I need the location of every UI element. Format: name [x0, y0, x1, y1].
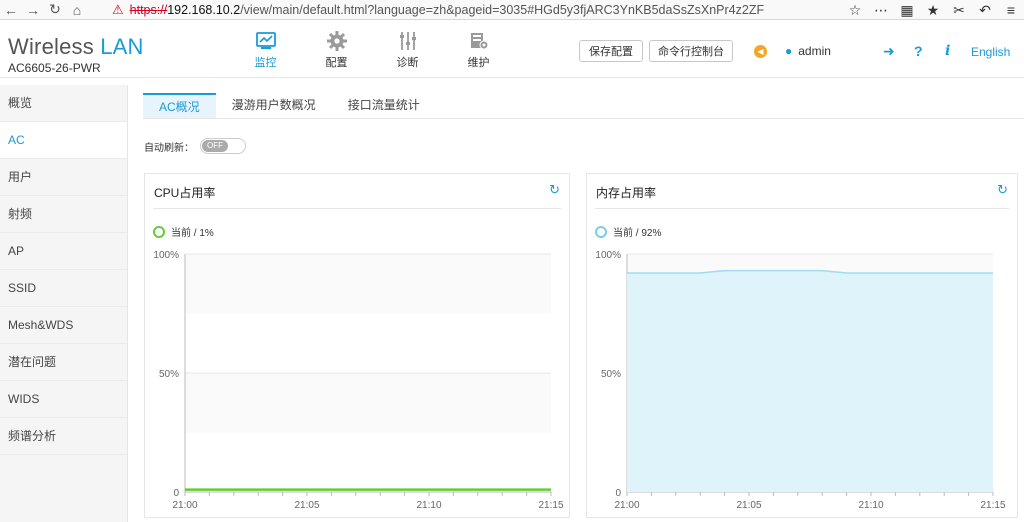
- browser-toolbar: ← → ↻ ⌂ ⚠ https:// 192.168.10.2 /view/ma…: [0, 0, 1024, 20]
- sidebar-item-mesh-wds[interactable]: Mesh&WDS: [0, 307, 127, 344]
- x-tick-label: 21:05: [294, 500, 319, 511]
- memory-panel-title: 内存占用率: [596, 186, 657, 200]
- forward-icon[interactable]: →: [22, 0, 44, 20]
- y-tick-label: 100%: [595, 250, 621, 261]
- alarm-icon[interactable]: ◀: [754, 45, 767, 58]
- cpu-panel-title: CPU占用率: [154, 186, 216, 200]
- tab-bar: AC概况 漫游用户数概况 接口流量统计: [143, 93, 436, 119]
- home-icon[interactable]: ⌂: [66, 0, 88, 20]
- tab-interface-traffic[interactable]: 接口流量统计: [332, 93, 436, 119]
- menu-icon[interactable]: ≡: [998, 2, 1024, 18]
- y-tick-label: 0: [173, 488, 179, 499]
- brand: Wireless LAN AC6605-26-PWR: [8, 34, 144, 75]
- cpu-legend: 当前 / 1%: [153, 224, 214, 239]
- app-header: Wireless LAN AC6605-26-PWR 监控 配置 诊断 维护 保…: [0, 20, 1024, 78]
- x-tick-label: 21:10: [416, 500, 441, 511]
- sidebar-item-ac[interactable]: AC: [0, 122, 127, 159]
- cli-console-button[interactable]: 命令行控制台: [649, 40, 733, 62]
- nav-diagnose[interactable]: 诊断: [372, 28, 443, 70]
- brand-suffix: LAN: [100, 34, 144, 59]
- memory-panel: 内存占用率 ↻ 当前 / 92% 0 50% 100% 21:00 21:05 21:10…: [586, 173, 1018, 518]
- gear-icon: [301, 28, 372, 54]
- panel-divider: [153, 208, 561, 209]
- sidebar-item-ssid[interactable]: SSID: [0, 270, 127, 307]
- info-icon[interactable]: i: [945, 43, 950, 59]
- sidebar-item-ap[interactable]: AP: [0, 233, 127, 270]
- memory-legend: 当前 / 92%: [595, 224, 661, 239]
- star-icon[interactable]: ☆: [842, 2, 868, 19]
- brand-title: Wireless LAN: [8, 34, 144, 60]
- cpu-panel: CPU占用率 ↻ 当前 / 1% 0 50% 100% 21:00 21:05 21:10…: [144, 173, 570, 518]
- user-menu[interactable]: ● admin: [785, 44, 831, 58]
- y-tick-label: 0: [615, 488, 621, 499]
- y-tick-label: 50%: [159, 369, 179, 380]
- username: admin: [798, 44, 831, 58]
- url-path: /view/main/default.html?language=zh&page…: [240, 3, 765, 17]
- nav-maintain-label: 维护: [467, 57, 490, 69]
- monitor-icon: [230, 28, 301, 54]
- maintenance-icon: [443, 28, 514, 54]
- back-icon[interactable]: ←: [0, 0, 22, 20]
- scissors-icon[interactable]: ✂: [946, 2, 972, 19]
- nav-config-label: 配置: [325, 57, 348, 69]
- nav-config[interactable]: 配置: [301, 28, 372, 70]
- auto-refresh: 自动刷新： OFF: [144, 138, 246, 154]
- tab-divider: [143, 118, 1024, 119]
- auto-refresh-toggle[interactable]: OFF: [200, 138, 246, 154]
- x-tick-label: 21:00: [172, 500, 197, 511]
- y-tick-label: 100%: [153, 250, 179, 261]
- tab-ac-overview[interactable]: AC概况: [143, 93, 216, 119]
- undo-icon[interactable]: ↶: [972, 2, 998, 19]
- grid-band: [185, 254, 551, 314]
- sidebar-item-wids[interactable]: WIDS: [0, 381, 127, 418]
- nav-diagnose-label: 诊断: [396, 57, 419, 69]
- tab-roaming-users[interactable]: 漫游用户数概况: [216, 93, 332, 119]
- memory-legend-text: 当前 / 92%: [613, 228, 662, 239]
- device-model: AC6605-26-PWR: [8, 61, 101, 75]
- help-icon[interactable]: ?: [914, 43, 923, 59]
- cpu-legend-text: 当前 / 1%: [171, 228, 214, 239]
- auto-refresh-label: 自动刷新：: [144, 142, 194, 154]
- nav-monitor-label: 监控: [254, 57, 277, 69]
- user-icon: ●: [785, 44, 793, 58]
- url-host: 192.168.10.2: [167, 3, 241, 17]
- sidebar-item-potential-issues[interactable]: 潜在问题: [0, 344, 127, 381]
- bookmarks-icon[interactable]: ★: [920, 2, 946, 19]
- logout-icon[interactable]: ➜: [883, 43, 895, 60]
- url-protocol: https://: [129, 3, 168, 17]
- sidebar-item-overview[interactable]: 概览: [0, 85, 127, 122]
- reload-icon[interactable]: ↻: [44, 0, 66, 20]
- cpu-chart: 0 50% 100% 21:00 21:05 21:10 21:15: [153, 250, 564, 511]
- memory-chart: 0 50% 100% 21:00 21:05 21:10 21:15: [595, 250, 1006, 511]
- legend-ring-icon: [153, 225, 165, 238]
- sidebar: 概览 AC 用户 射频 AP SSID Mesh&WDS 潜在问题 WIDS 频…: [0, 85, 128, 522]
- refresh-icon[interactable]: ↻: [997, 182, 1008, 198]
- x-tick-label: 21:10: [858, 500, 883, 511]
- x-tick-label: 21:00: [614, 500, 639, 511]
- legend-ring-icon: [595, 225, 607, 238]
- x-tick-label: 21:15: [538, 500, 563, 511]
- y-tick-label: 50%: [601, 369, 621, 380]
- sidebar-item-radio[interactable]: 射频: [0, 196, 127, 233]
- nav-maintain[interactable]: 维护: [443, 28, 514, 70]
- toggle-state: OFF: [202, 140, 228, 152]
- x-tick-label: 21:15: [980, 500, 1005, 511]
- panel-divider: [595, 208, 1009, 209]
- refresh-icon[interactable]: ↻: [549, 182, 560, 198]
- series-area: [627, 270, 993, 492]
- sidebar-item-spectrum[interactable]: 频谱分析: [0, 418, 127, 455]
- x-tick-label: 21:05: [736, 500, 761, 511]
- nav-monitor[interactable]: 监控: [230, 28, 301, 70]
- save-config-button[interactable]: 保存配置: [579, 40, 643, 62]
- sidebar-item-users[interactable]: 用户: [0, 159, 127, 196]
- language-switch[interactable]: English: [971, 45, 1010, 59]
- sliders-icon: [372, 28, 443, 54]
- grid-icon[interactable]: ▦: [894, 2, 920, 19]
- url-bar[interactable]: ⚠ https:// 192.168.10.2 /view/main/defau…: [112, 1, 828, 19]
- brand-prefix: Wireless: [8, 34, 94, 59]
- shield-icon: ⚠: [112, 2, 124, 17]
- more-icon[interactable]: ⋯: [868, 2, 894, 19]
- main-nav: 监控 配置 诊断 维护: [230, 28, 514, 70]
- grid-band: [185, 373, 551, 433]
